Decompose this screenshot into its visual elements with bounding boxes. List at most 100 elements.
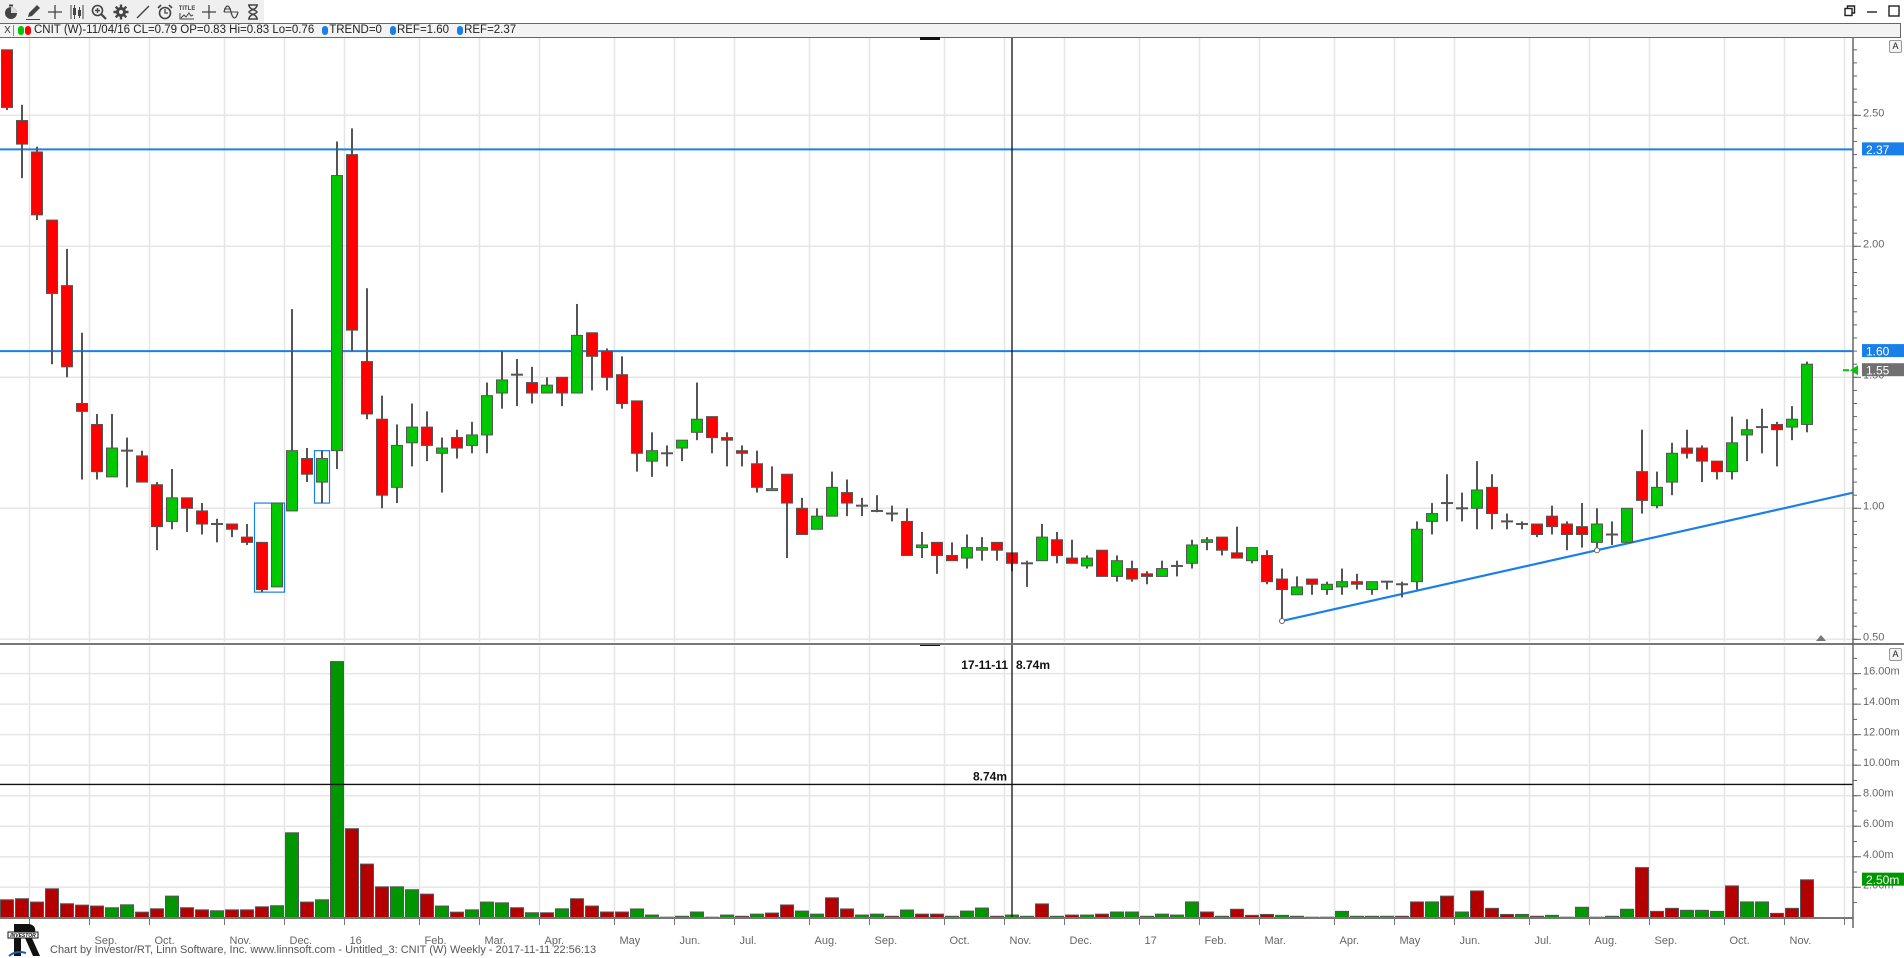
candle-down[interactable] — [1696, 447, 1708, 462]
candle-down[interactable] — [736, 450, 748, 454]
volume-bar[interactable] — [1620, 908, 1634, 919]
volume-bar[interactable] — [585, 905, 599, 919]
candle-up[interactable] — [331, 175, 343, 452]
candle-up[interactable] — [1621, 507, 1633, 543]
candle-down[interactable] — [841, 492, 853, 504]
volume-bar[interactable] — [405, 889, 419, 919]
candle-down[interactable] — [1306, 578, 1318, 585]
volume-bar[interactable] — [330, 661, 344, 919]
pane-splitter-handle[interactable] — [920, 37, 940, 40]
volume-bar[interactable] — [1695, 909, 1709, 919]
candle-up[interactable] — [1156, 568, 1168, 577]
candle-up[interactable] — [436, 447, 448, 454]
candle-down[interactable] — [1261, 554, 1273, 583]
candle-down[interactable] — [241, 536, 253, 543]
candle-down[interactable] — [631, 400, 643, 454]
candle-up[interactable] — [466, 434, 478, 446]
volume-bar[interactable] — [1665, 907, 1679, 919]
candle-down[interactable] — [346, 154, 358, 331]
volume-bar[interactable] — [150, 908, 164, 919]
volume-bar[interactable] — [825, 897, 839, 919]
candle-up[interactable] — [1666, 452, 1678, 483]
volume-bar[interactable] — [1230, 908, 1244, 919]
candle-down[interactable] — [1771, 423, 1783, 431]
candle-up[interactable] — [976, 547, 988, 551]
candle-down[interactable] — [1126, 568, 1138, 580]
candle-down[interactable] — [616, 374, 628, 404]
candle-down[interactable] — [361, 361, 373, 415]
candle-up[interactable] — [481, 395, 493, 436]
volume-bar[interactable] — [285, 832, 299, 919]
candle-up[interactable] — [811, 515, 823, 530]
candle-down[interactable] — [181, 497, 193, 509]
candle-down[interactable] — [1066, 557, 1078, 564]
candle-down[interactable] — [781, 473, 793, 504]
candle-down[interactable] — [946, 554, 958, 562]
volume-bar[interactable] — [75, 904, 89, 919]
volume-bar[interactable] — [1785, 907, 1799, 919]
volume-bar[interactable] — [180, 907, 194, 919]
candle-down[interactable] — [1636, 471, 1648, 501]
volume-bar[interactable] — [345, 828, 359, 919]
candle-down[interactable] — [1561, 523, 1573, 536]
candle-up[interactable] — [676, 439, 688, 449]
candle-down[interactable] — [556, 376, 568, 394]
volume-bar[interactable] — [960, 910, 974, 919]
volume-bar[interactable] — [1485, 907, 1499, 919]
candle-down[interactable] — [376, 418, 388, 496]
candle-up[interactable] — [1471, 489, 1483, 509]
volume-bar[interactable] — [1635, 867, 1649, 919]
volume-bar[interactable] — [105, 907, 119, 919]
candle-up[interactable] — [1786, 418, 1798, 428]
candle-up[interactable] — [1411, 528, 1423, 583]
volume-bar[interactable] — [90, 905, 104, 919]
candle-up[interactable] — [1111, 560, 1123, 577]
candle-down[interactable] — [91, 423, 103, 473]
candle-up[interactable] — [1651, 486, 1663, 507]
volume-bar[interactable] — [900, 909, 914, 919]
candle-down[interactable] — [451, 437, 463, 449]
candle-down[interactable] — [1546, 515, 1558, 528]
volume-bar[interactable] — [480, 901, 494, 919]
candle-down[interactable] — [1486, 486, 1498, 515]
volume-bar[interactable] — [300, 901, 314, 919]
volume-bar[interactable] — [510, 907, 524, 919]
candle-down[interactable] — [1231, 552, 1243, 559]
volume-bar[interactable] — [315, 899, 329, 919]
candle-down[interactable] — [526, 382, 538, 394]
candle-down[interactable] — [226, 523, 238, 530]
candle-down[interactable] — [1276, 578, 1288, 591]
volume-bar[interactable] — [495, 902, 509, 919]
candle-up[interactable] — [961, 547, 973, 559]
volume-bar[interactable] — [15, 898, 29, 919]
candle-up[interactable] — [166, 497, 178, 522]
candle-down[interactable] — [151, 484, 163, 528]
candle-down[interactable] — [256, 541, 268, 591]
volume-bar[interactable] — [195, 909, 209, 919]
volume-bar[interactable] — [1035, 903, 1049, 919]
price-autoscale-button[interactable]: A — [1889, 40, 1902, 53]
candle-down[interactable] — [1576, 526, 1588, 536]
candle-up[interactable] — [766, 488, 778, 492]
volume-bar[interactable] — [1425, 901, 1439, 919]
candle-down[interactable] — [61, 285, 73, 368]
candle-down[interactable] — [586, 332, 598, 357]
candle-up[interactable] — [1801, 363, 1813, 425]
volume-bar[interactable] — [240, 909, 254, 919]
candle-up[interactable] — [496, 379, 508, 394]
candle-up[interactable] — [691, 418, 703, 433]
volume-bar[interactable] — [1740, 901, 1754, 919]
candle-up[interactable] — [1726, 442, 1738, 473]
volume-bar[interactable] — [30, 901, 44, 919]
candle-up[interactable] — [1366, 581, 1378, 591]
candle-up[interactable] — [916, 544, 928, 549]
candle-up[interactable] — [406, 426, 418, 444]
candle-up[interactable] — [541, 384, 553, 394]
candle-up[interactable] — [1291, 586, 1303, 596]
candle-down[interactable] — [1, 49, 13, 108]
candle-down[interactable] — [1096, 549, 1108, 577]
candle-down[interactable] — [1216, 536, 1228, 551]
candle-up[interactable] — [571, 334, 583, 394]
volume-bar[interactable] — [225, 909, 239, 919]
volume-bar[interactable] — [390, 886, 404, 919]
